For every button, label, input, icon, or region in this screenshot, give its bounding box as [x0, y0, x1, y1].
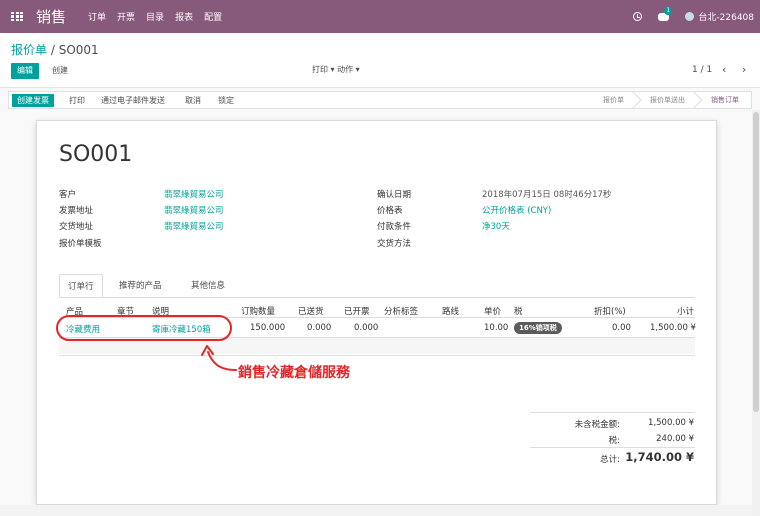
total-value: 1,740.00 ¥ [625, 450, 694, 464]
annotation-text: 銷售冷藏倉儲服務 [238, 365, 350, 381]
total-divider [530, 447, 695, 448]
annotation-arrow [201, 345, 237, 371]
total-label: 总计: [600, 455, 620, 465]
untaxed-label: 未含税金额: [574, 420, 620, 430]
untaxed-value: 1,500.00 ¥ [648, 418, 694, 428]
totals-divider [530, 412, 695, 413]
tax-value: 240.00 ¥ [656, 434, 694, 444]
tax-label: 税: [608, 436, 620, 446]
